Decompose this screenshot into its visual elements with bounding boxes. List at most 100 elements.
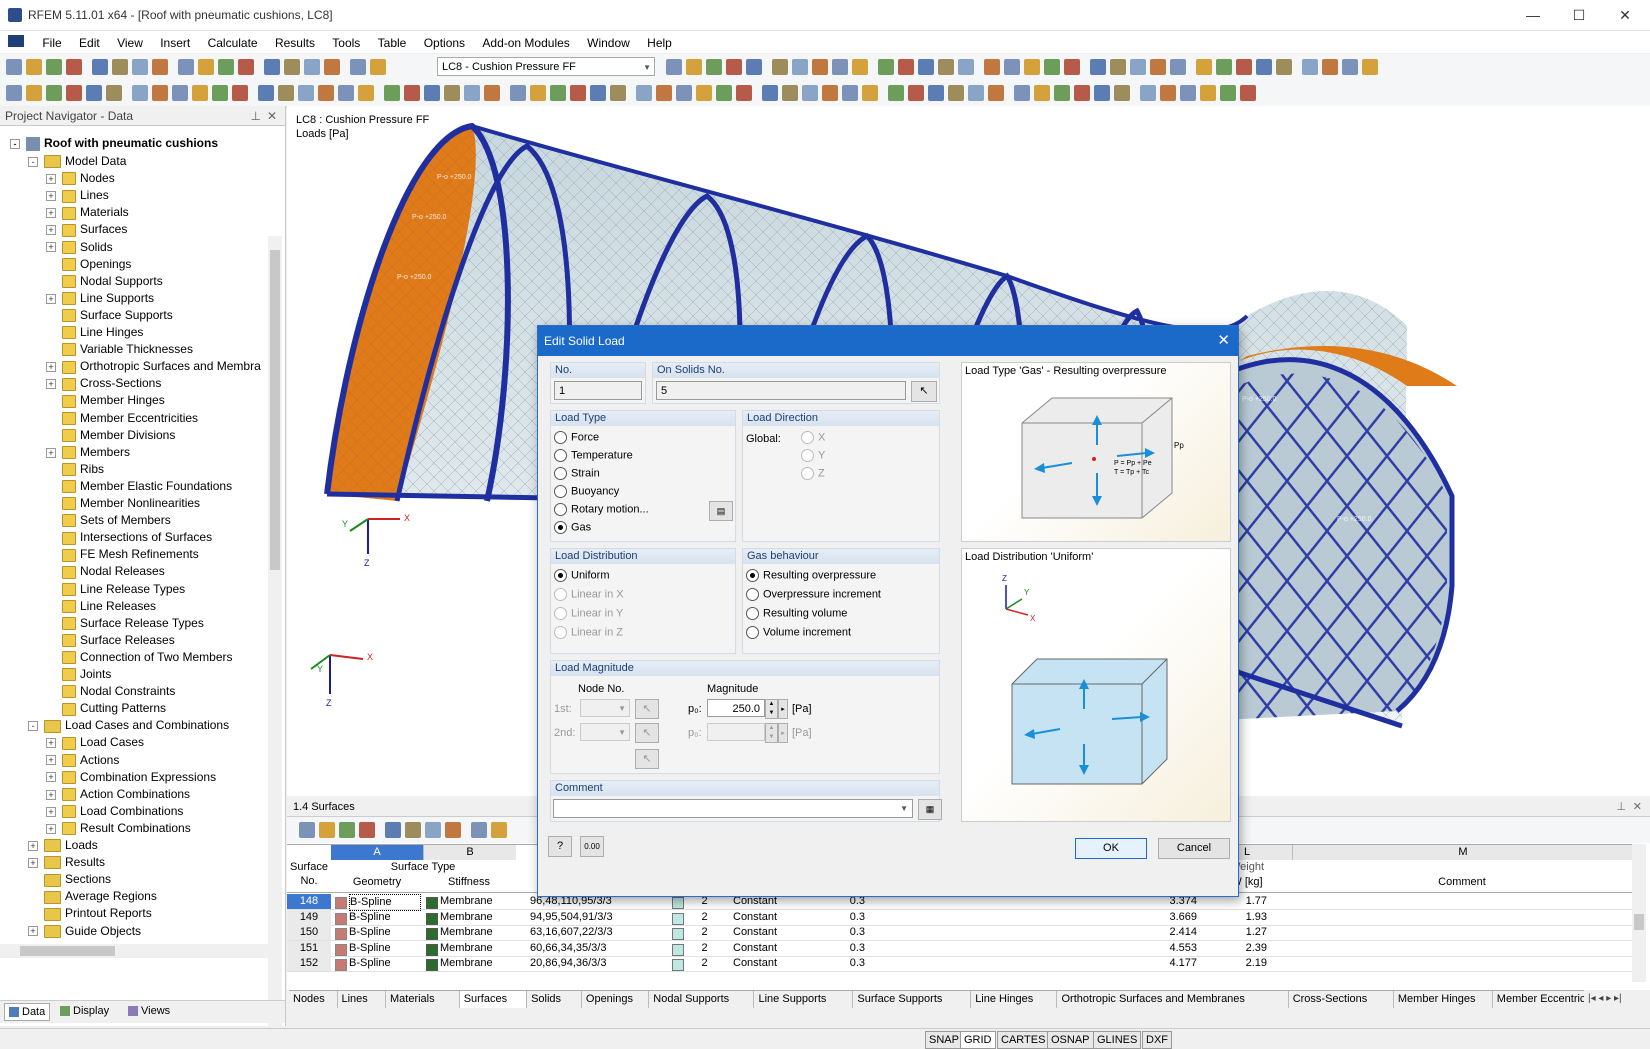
pick-first-node-button[interactable]: ↖: [635, 699, 659, 719]
toolbar-tool-icon[interactable]: [1130, 59, 1146, 75]
tree-item[interactable]: +Member Hinges: [46, 391, 165, 409]
radio-button-icon[interactable]: [554, 503, 567, 516]
units-button[interactable]: 0.00: [580, 836, 604, 857]
second-node-select[interactable]: ▼: [580, 723, 630, 741]
toolbar-tool-icon[interactable]: [1024, 59, 1040, 75]
toolbar-tool-icon[interactable]: [299, 822, 315, 838]
radio-button-icon[interactable]: [801, 431, 814, 444]
tree-item[interactable]: + Load Cases: [46, 733, 144, 751]
tree-item[interactable]: + Line Supports: [46, 289, 154, 307]
expand-toggle-icon[interactable]: +: [46, 293, 56, 304]
cell-stiffness[interactable]: Membrane: [440, 941, 515, 956]
toolbar-tool-icon[interactable]: [570, 85, 586, 101]
navigator-hscroll[interactable]: [0, 944, 268, 958]
toolbar-tool-icon[interactable]: [66, 85, 82, 101]
radio-option[interactable]: Resulting volume: [746, 607, 847, 620]
toolbar-tool-icon[interactable]: [530, 85, 546, 101]
radio-option[interactable]: Y: [801, 449, 825, 462]
tab-data[interactable]: Data: [4, 1003, 51, 1021]
cell-weight[interactable]: 1.93: [1202, 910, 1267, 925]
toolbar-tool-icon[interactable]: [338, 85, 354, 101]
toolbar-tool-icon[interactable]: [928, 85, 944, 101]
cell-stiffness[interactable]: Membrane: [440, 956, 515, 971]
radio-option[interactable]: Resulting overpressure: [746, 569, 876, 582]
table-tab[interactable]: Member Hinges: [1394, 991, 1493, 1008]
table-tab[interactable]: Nodal Supports: [649, 991, 755, 1008]
toolbar-tool-icon[interactable]: [958, 59, 974, 75]
expand-toggle-icon[interactable]: +: [46, 379, 56, 390]
pick-nodes-button[interactable]: ↖: [635, 749, 659, 769]
cell-no[interactable]: 149: [287, 909, 331, 925]
tree-item[interactable]: + Surfaces: [46, 220, 127, 238]
radio-option[interactable]: Linear in Y: [554, 607, 623, 620]
toolbar-tool-icon[interactable]: [822, 85, 838, 101]
toolbar-tool-icon[interactable]: [132, 85, 148, 101]
toolbar-tool-icon[interactable]: [1064, 59, 1080, 75]
toolbar-tool-icon[interactable]: [172, 85, 188, 101]
tree-item[interactable]: +Intersections of Surfaces: [46, 528, 212, 546]
menu-options[interactable]: Options: [417, 32, 472, 54]
toolbar-tool-icon[interactable]: [550, 85, 566, 101]
pin-icon[interactable]: ⊥: [1616, 800, 1626, 813]
toolbar-tool-icon[interactable]: [264, 59, 280, 75]
pin-icon[interactable]: ⊥: [251, 106, 261, 126]
scrollbar-thumb[interactable]: [270, 250, 280, 570]
toolbar-tool-icon[interactable]: [26, 85, 42, 101]
expand-toggle-icon[interactable]: +: [46, 191, 56, 202]
p0-arrow-button[interactable]: ▸: [778, 699, 788, 719]
tree-item[interactable]: + Solids: [46, 238, 113, 256]
cell-geometry[interactable]: B-Spline: [349, 941, 419, 956]
toolbar-tool-icon[interactable]: [178, 59, 194, 75]
tree-item[interactable]: + Actions: [46, 751, 119, 769]
menu-tools[interactable]: Tools: [325, 32, 367, 54]
toolbar-tool-icon[interactable]: [424, 85, 440, 101]
cell-no[interactable]: 148: [287, 894, 331, 909]
toolbar-tool-icon[interactable]: [86, 85, 102, 101]
radio-button-icon[interactable]: [746, 626, 759, 639]
tree-item[interactable]: +Cutting Patterns: [46, 699, 166, 717]
toolbar-tool-icon[interactable]: [610, 85, 626, 101]
toolbar-tool-icon[interactable]: [1044, 59, 1060, 75]
toolbar-tool-icon[interactable]: [706, 59, 722, 75]
menu-file[interactable]: File: [35, 32, 68, 54]
no-field[interactable]: 1: [554, 381, 642, 400]
toolbar-tool-icon[interactable]: [384, 85, 400, 101]
tree-item[interactable]: + Members: [46, 443, 130, 461]
cell-thick[interactable]: Constant: [733, 941, 803, 956]
cell-stiffness[interactable]: Membrane: [440, 910, 515, 925]
toolbar-tool-icon[interactable]: [66, 59, 82, 75]
tree-folder[interactable]: + Guide Objects: [28, 922, 141, 940]
toolbar-tool-icon[interactable]: [1180, 85, 1196, 101]
table-tab[interactable]: Orthotropic Surfaces and Membranes: [1058, 991, 1289, 1008]
radio-button-icon[interactable]: [554, 431, 567, 444]
cell-lines[interactable]: 63,16,607,22/3/3: [530, 925, 660, 940]
tree-item[interactable]: +Nodal Constraints: [46, 682, 175, 700]
expand-toggle-icon[interactable]: +: [46, 755, 56, 766]
cell-no[interactable]: 150: [287, 925, 331, 940]
tab-display[interactable]: Display: [60, 1005, 109, 1017]
toolbar-tool-icon[interactable]: [370, 59, 386, 75]
toolbar-tool-icon[interactable]: [112, 59, 128, 75]
toolbar-tool-icon[interactable]: [1200, 85, 1216, 101]
expand-toggle-icon[interactable]: +: [46, 789, 56, 800]
toolbar-tool-icon[interactable]: [1090, 59, 1106, 75]
tree-item[interactable]: + Load Combinations: [46, 802, 183, 820]
radio-button-icon[interactable]: [554, 626, 567, 639]
tree-item[interactable]: + Action Combinations: [46, 785, 190, 803]
toolbar-tool-icon[interactable]: [510, 85, 526, 101]
toolbar-tool-icon[interactable]: [1362, 59, 1378, 75]
tab-scroll-buttons[interactable]: |◂ ◂ ▸ ▸|: [1588, 990, 1648, 1008]
menu-results[interactable]: Results: [268, 32, 322, 54]
p0-arrow-button-2[interactable]: ▸: [778, 723, 788, 743]
cell-thick[interactable]: Constant: [733, 925, 803, 940]
expand-toggle-icon[interactable]: +: [46, 242, 56, 253]
tree-item[interactable]: +FE Mesh Refinements: [46, 545, 199, 563]
expand-toggle-icon[interactable]: +: [46, 806, 56, 817]
tree-item[interactable]: + Cross-Sections: [46, 374, 161, 392]
toolbar-tool-icon[interactable]: [746, 59, 762, 75]
toolbar-tool-icon[interactable]: [405, 822, 421, 838]
navigator-scrollbar[interactable]: [268, 236, 282, 1048]
toolbar-tool-icon[interactable]: [298, 85, 314, 101]
cell-geometry[interactable]: B-Spline: [349, 910, 419, 925]
toolbar-tool-icon[interactable]: [1054, 85, 1070, 101]
